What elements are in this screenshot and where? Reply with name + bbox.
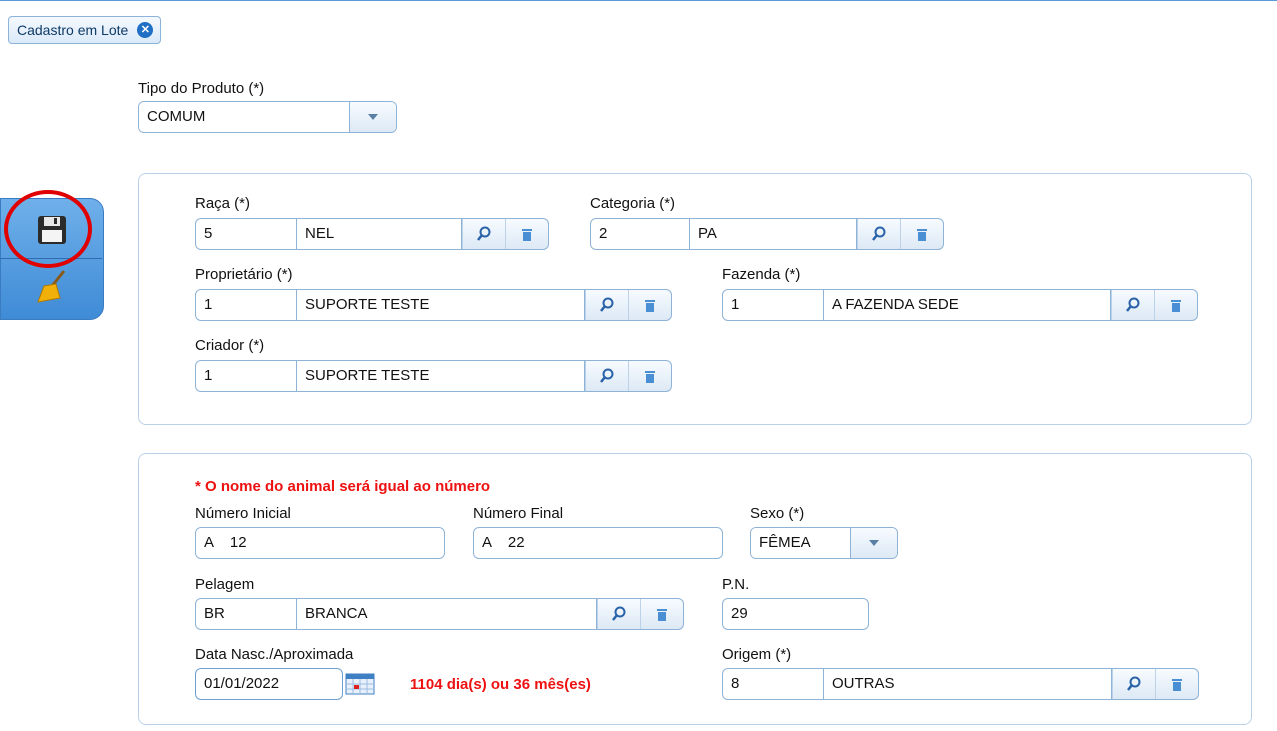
pelagem-code-input[interactable]: BR: [196, 599, 297, 629]
pn-label: P.N.: [722, 576, 750, 593]
search-icon[interactable]: [597, 599, 640, 629]
categoria-field: 2 PA: [590, 218, 944, 250]
sexo-select[interactable]: FÊMEA: [750, 527, 898, 559]
tipo-produto-select[interactable]: COMUM: [138, 101, 397, 133]
origem-desc-input[interactable]: OUTRAS: [824, 669, 1111, 699]
fazenda-desc-input[interactable]: A FAZENDA SEDE: [824, 290, 1110, 320]
trash-icon[interactable]: [628, 290, 671, 320]
data-nasc-label: Data Nasc./Aproximada: [195, 646, 354, 663]
pn-input[interactable]: 29: [722, 598, 869, 630]
tab-cadastro-em-lote[interactable]: Cadastro em Lote ✕: [8, 16, 162, 44]
categoria-desc-input[interactable]: PA: [690, 219, 856, 249]
proprietario-desc-input[interactable]: SUPORTE TESTE: [297, 290, 584, 320]
categoria-label: Categoria (*): [590, 195, 676, 212]
trash-icon[interactable]: [900, 219, 943, 249]
sexo-label: Sexo (*): [750, 505, 805, 522]
trash-icon[interactable]: [1154, 290, 1197, 320]
pelagem-field: BR BRANCA: [195, 598, 684, 630]
pelagem-desc-input[interactable]: BRANCA: [297, 599, 596, 629]
search-icon[interactable]: [1112, 669, 1155, 699]
raca-desc-input[interactable]: NEL: [297, 219, 461, 249]
criador-desc-input[interactable]: SUPORTE TESTE: [297, 361, 584, 391]
search-icon[interactable]: [1111, 290, 1154, 320]
search-icon[interactable]: [857, 219, 900, 249]
origem-code-input[interactable]: 8: [723, 669, 824, 699]
proprietario-field: 1 SUPORTE TESTE: [195, 289, 672, 321]
chevron-down-icon[interactable]: [850, 528, 897, 558]
trash-icon[interactable]: [628, 361, 671, 391]
sexo-value: FÊMEA: [751, 528, 850, 558]
top-divider: [0, 0, 1277, 1]
fazenda-field: 1 A FAZENDA SEDE: [722, 289, 1198, 321]
categoria-code-input[interactable]: 2: [591, 219, 690, 249]
close-icon[interactable]: ✕: [137, 22, 154, 38]
numero-inicial-label: Número Inicial: [195, 505, 291, 522]
tipo-produto-label: Tipo do Produto (*): [138, 80, 265, 97]
raca-code-input[interactable]: 5: [196, 219, 297, 249]
search-icon[interactable]: [585, 290, 628, 320]
criador-label: Criador (*): [195, 337, 265, 354]
numero-inicial-input[interactable]: A 12: [195, 527, 445, 559]
proprietario-label: Proprietário (*): [195, 266, 293, 283]
criador-code-input[interactable]: 1: [196, 361, 297, 391]
data-nasc-input[interactable]: 01/01/2022: [195, 668, 343, 700]
fazenda-label: Fazenda (*): [722, 266, 801, 283]
trash-icon[interactable]: [505, 219, 548, 249]
tipo-produto-value: COMUM: [139, 102, 349, 132]
trash-icon[interactable]: [640, 599, 683, 629]
criador-field: 1 SUPORTE TESTE: [195, 360, 672, 392]
numero-final-label: Número Final: [473, 505, 564, 522]
trash-icon[interactable]: [1155, 669, 1198, 699]
tab-label: Cadastro em Lote: [17, 22, 129, 38]
proprietario-code-input[interactable]: 1: [196, 290, 297, 320]
raca-label: Raça (*): [195, 195, 251, 212]
search-icon[interactable]: [585, 361, 628, 391]
name-notice: * O nome do animal será igual ao número: [195, 478, 491, 495]
highlight-circle: [4, 190, 92, 268]
calendar-icon[interactable]: [345, 673, 375, 695]
raca-field: 5 NEL: [195, 218, 549, 250]
age-text: 1104 dia(s) ou 36 mês(es): [410, 676, 591, 693]
search-icon[interactable]: [462, 219, 505, 249]
chevron-down-icon[interactable]: [349, 102, 396, 132]
numero-final-input[interactable]: A 22: [473, 527, 723, 559]
origem-field: 8 OUTRAS: [722, 668, 1199, 700]
broom-icon[interactable]: [34, 268, 70, 304]
fazenda-code-input[interactable]: 1: [723, 290, 824, 320]
origem-label: Origem (*): [722, 646, 792, 663]
pelagem-label: Pelagem: [195, 576, 255, 593]
